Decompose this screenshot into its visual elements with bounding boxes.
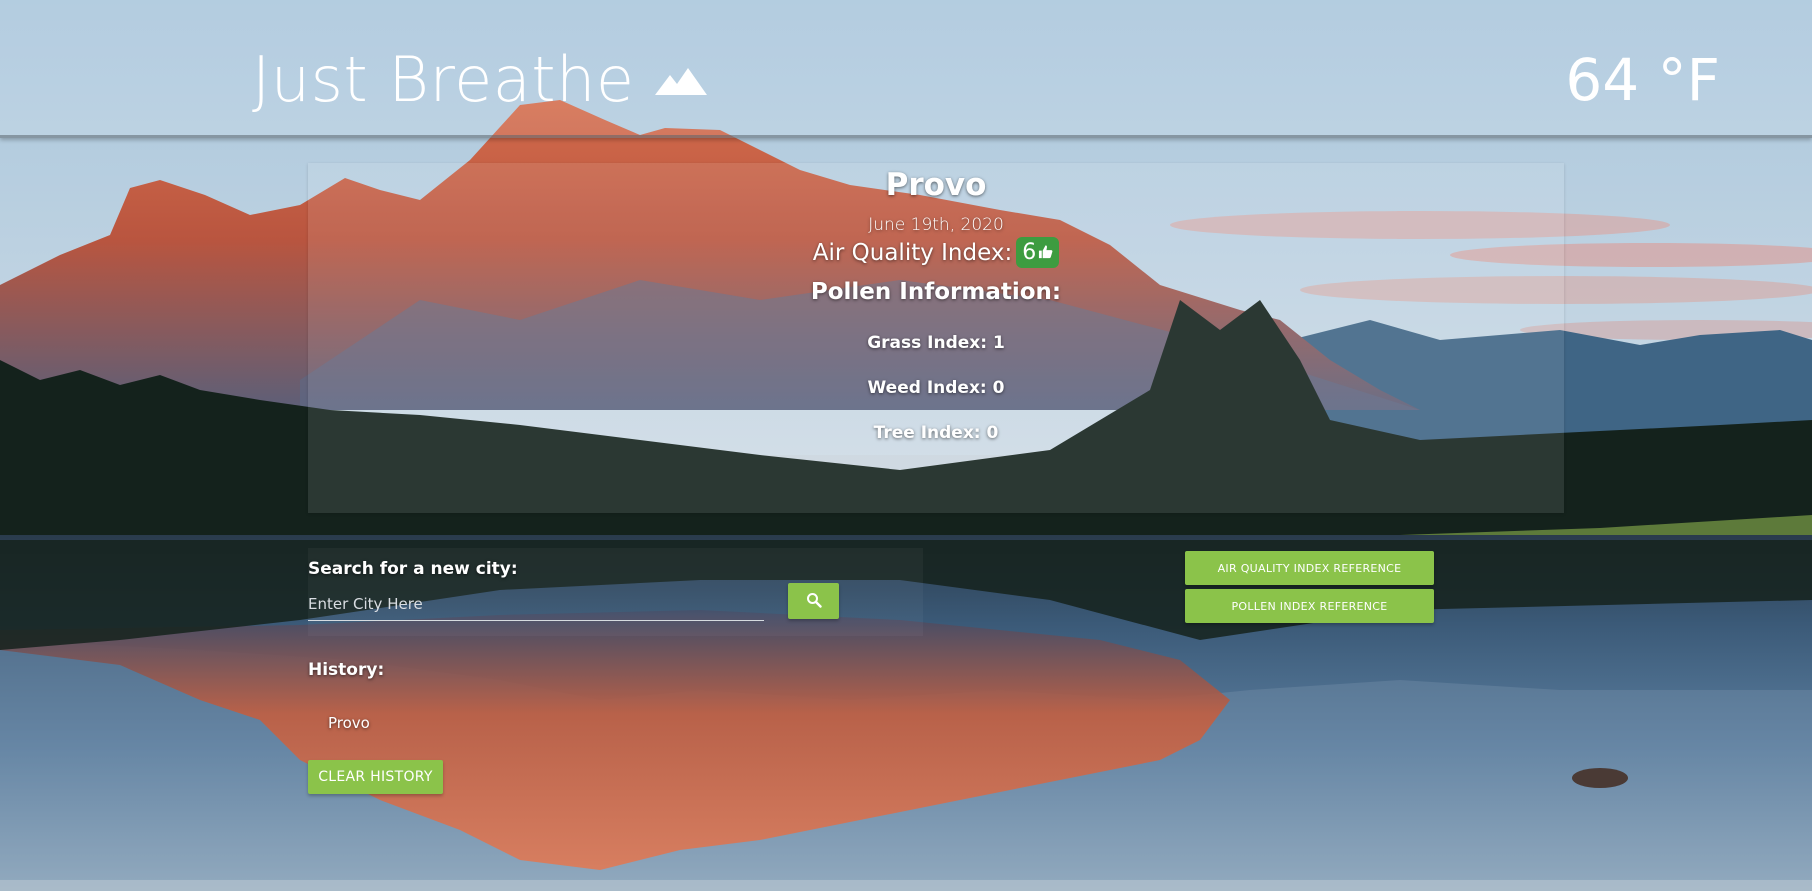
city-name: Provo: [885, 167, 987, 203]
search-icon: [806, 592, 822, 611]
weed-index: Weed Index: 0: [867, 378, 1005, 398]
aqi-label: Air Quality Index:: [812, 239, 1013, 266]
air-quality-row: Air Quality Index: 6: [308, 237, 1564, 268]
pollen-heading: Pollen Information:: [810, 279, 1062, 305]
city-search-input[interactable]: [308, 588, 764, 621]
search-label: Search for a new city:: [308, 559, 518, 579]
mountain-icon: [653, 38, 709, 114]
history-label: History:: [308, 660, 385, 680]
search-button[interactable]: [788, 583, 839, 619]
brand[interactable]: Just Breathe: [252, 42, 709, 118]
app-header: Just Breathe 64 °F: [0, 0, 1812, 138]
history-item[interactable]: Provo: [328, 714, 370, 732]
thumbs-up-icon: [1038, 240, 1053, 265]
aqi-reference-button[interactable]: AIR QUALITY INDEX REFERENCE: [1185, 551, 1434, 585]
current-temperature: 64 °F: [1565, 46, 1720, 114]
search-panel: Search for a new city:: [308, 548, 923, 636]
grass-index: Grass Index: 1: [867, 333, 1005, 353]
app-title: Just Breathe: [252, 43, 635, 116]
clear-history-button[interactable]: CLEAR HISTORY: [308, 760, 443, 794]
current-date: June 19th, 2020: [868, 215, 1004, 235]
aqi-badge: 6: [1016, 237, 1060, 268]
pollen-reference-button[interactable]: POLLEN INDEX REFERENCE: [1185, 589, 1434, 623]
air-quality-card: Provo June 19th, 2020 Air Quality Index:…: [308, 163, 1564, 513]
tree-index: Tree Index: 0: [873, 423, 999, 443]
aqi-value: 6: [1022, 240, 1037, 265]
